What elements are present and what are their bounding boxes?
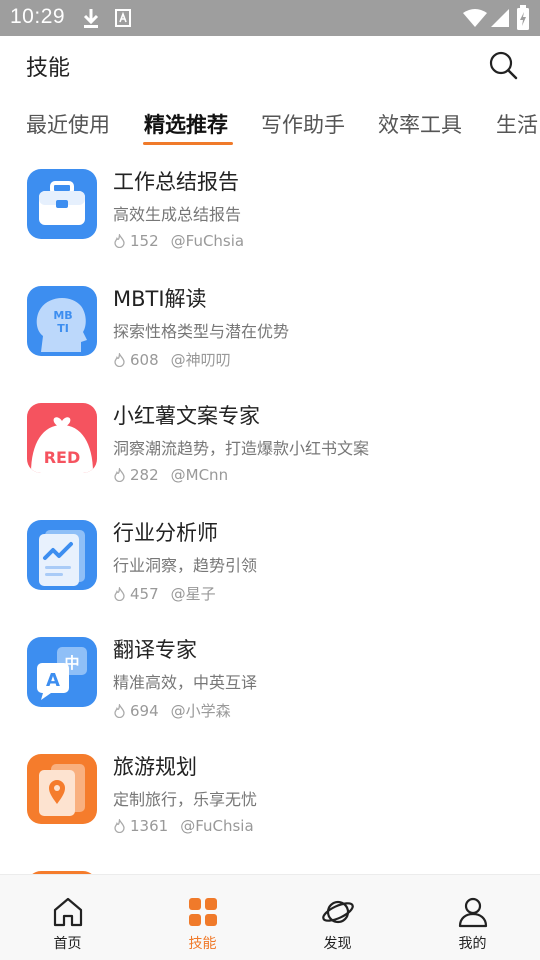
mbti-icon-text-1: MB	[53, 309, 72, 322]
skill-description: 行业洞察，趋势引领	[113, 556, 258, 575]
skill-description: 洞察潮流趋势，打造爆款小红书文案	[113, 439, 370, 458]
mbti-icon-text-2: TI	[57, 322, 69, 335]
skill-meta: 457 @星子	[113, 583, 216, 604]
skill-heat-count: 694	[130, 702, 159, 720]
flame-icon	[114, 587, 125, 601]
nav-skills-label: 技能	[188, 936, 217, 952]
skills-grid-icon	[188, 898, 217, 926]
skill-heat-count: 1361	[130, 817, 169, 835]
skill-name: 旅游规划	[113, 755, 197, 779]
skill-author: @MCnn	[170, 466, 229, 484]
tab-efficiency[interactable]: 效率工具	[378, 109, 462, 139]
home-icon	[53, 897, 82, 927]
skill-heat-count: 608	[130, 351, 159, 369]
skill-name: 行业分析师	[113, 521, 218, 545]
skills-list: 工作总结报告 高效生成总结报告 152 @FuChsia MB TI MBTI解读…	[0, 152, 540, 874]
search-icon[interactable]	[488, 50, 518, 80]
skill-description: 探索性格类型与潜在优势	[113, 322, 290, 341]
app-notification-icon	[115, 9, 131, 27]
bottom-nav: 首页 技能 发现 我的	[0, 874, 540, 960]
translate-icon: 中 A	[27, 637, 97, 707]
skill-item[interactable]: 中 A 翻译专家 精准高效，中英互译 694 @小学森	[0, 620, 540, 737]
briefcase-icon	[27, 169, 97, 239]
nav-discover-label: 发现	[323, 936, 352, 952]
skill-item[interactable]: 行业分析师 行业洞察，趋势引领 457 @星子	[0, 503, 540, 620]
tab-writing[interactable]: 写作助手	[261, 109, 345, 139]
skill-author: @小学森	[170, 702, 231, 720]
status-time: 10:29	[10, 5, 66, 28]
skill-item[interactable]: 工作总结报告 高效生成总结报告 152 @FuChsia	[0, 152, 540, 269]
skill-name: 翻译专家	[113, 638, 197, 662]
nav-discover[interactable]: 发现	[270, 875, 405, 960]
skill-heat-count: 282	[130, 466, 159, 484]
category-tabs: 最近使用 精选推荐 写作助手 效率工具 生活	[0, 92, 540, 152]
page-title: 技能	[26, 56, 71, 81]
red-icon-text: RED	[44, 448, 81, 467]
download-icon	[83, 9, 99, 28]
nav-me-label: 我的	[458, 936, 487, 952]
battery-icon	[517, 5, 529, 30]
tab-featured[interactable]: 精选推荐	[144, 109, 228, 139]
page-header: 技能	[0, 36, 540, 92]
flame-icon	[114, 819, 125, 833]
skill-author: @FuChsia	[170, 232, 245, 250]
skill-meta: 694 @小学森	[113, 700, 231, 721]
skill-name: 工作总结报告	[113, 170, 239, 194]
active-tab-indicator	[143, 142, 233, 145]
flame-icon	[114, 353, 125, 367]
skill-item-partial[interactable]	[0, 854, 540, 874]
planet-icon	[321, 900, 354, 924]
red-bag-icon: RED	[27, 403, 97, 473]
signal-icon	[491, 9, 509, 27]
skill-item[interactable]: 旅游规划 定制旅行，乐享无忧 1361 @FuChsia	[0, 737, 540, 854]
travel-map-icon	[27, 754, 97, 824]
flame-icon	[114, 468, 125, 482]
trend-document-icon	[27, 520, 97, 590]
skill-author: @星子	[170, 585, 216, 603]
skill-meta: 1361 @FuChsia	[113, 817, 254, 835]
tab-recent[interactable]: 最近使用	[26, 109, 110, 139]
skill-name: MBTI解读	[113, 287, 207, 311]
skill-name: 小红薯文案专家	[113, 404, 260, 428]
tab-life[interactable]: 生活	[496, 109, 538, 139]
skill-author: @神叨叨	[170, 351, 231, 369]
mbti-head-icon: MB TI	[27, 286, 97, 356]
skill-meta: 152 @FuChsia	[113, 232, 244, 250]
skill-author: @FuChsia	[180, 817, 254, 835]
nav-me[interactable]: 我的	[405, 875, 540, 960]
skill-heat-count: 457	[130, 585, 159, 603]
skill-heat-count: 152	[130, 232, 159, 250]
skill-meta: 282 @MCnn	[113, 466, 228, 484]
skill-item[interactable]: MB TI MBTI解读 探索性格类型与潜在优势 608 @神叨叨	[0, 269, 540, 386]
nav-home[interactable]: 首页	[0, 875, 135, 960]
skill-description: 高效生成总结报告	[113, 205, 242, 224]
wifi-icon	[463, 9, 487, 27]
status-bar: 10:29	[0, 0, 540, 36]
flame-icon	[114, 704, 125, 718]
skill-description: 定制旅行，乐享无忧	[113, 790, 258, 809]
skill-meta: 608 @神叨叨	[113, 349, 231, 370]
nav-home-label: 首页	[53, 936, 82, 952]
translate-icon-text-a: A	[46, 670, 60, 691]
skill-description: 精准高效，中英互译	[113, 673, 258, 692]
skill-item[interactable]: RED 小红薯文案专家 洞察潮流趋势，打造爆款小红书文案 282 @MCnn	[0, 386, 540, 503]
nav-skills[interactable]: 技能	[135, 875, 270, 960]
user-icon	[458, 897, 487, 928]
flame-icon	[114, 234, 125, 248]
